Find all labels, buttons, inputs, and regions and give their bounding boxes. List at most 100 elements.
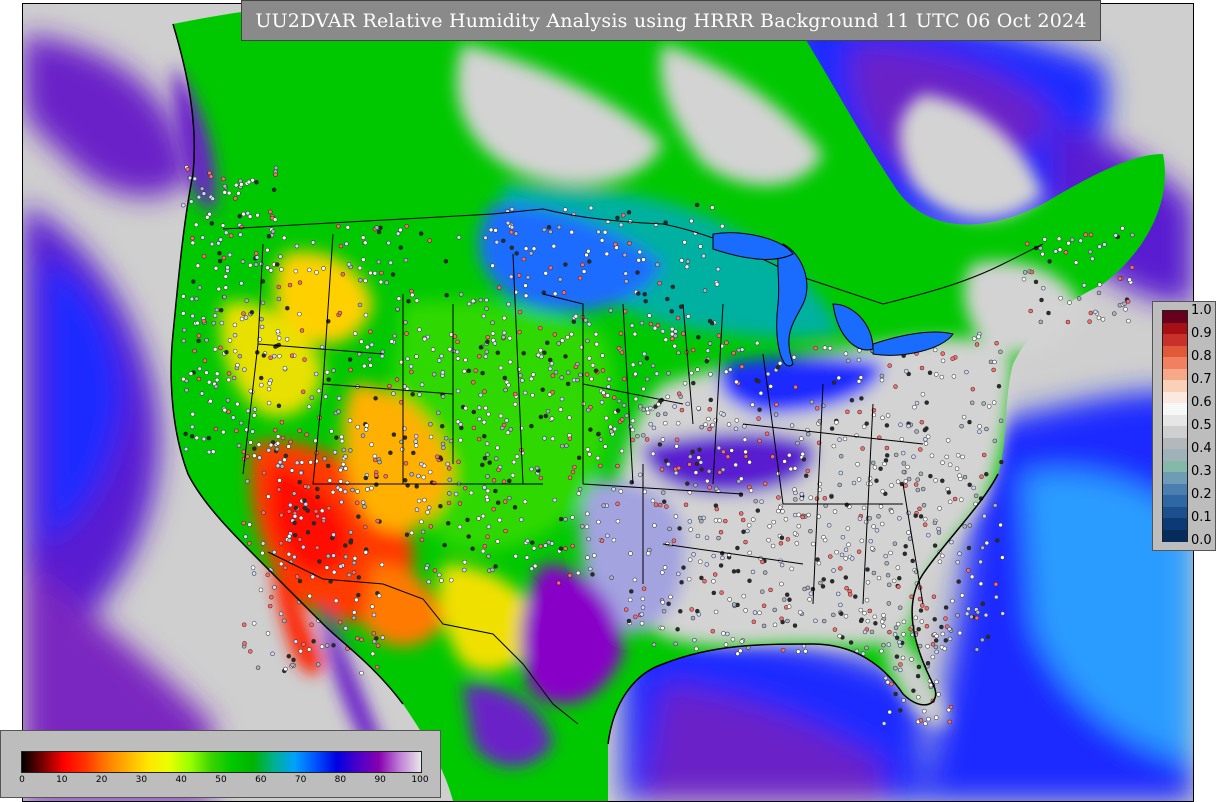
right-colorbar-tick: 0.9	[1191, 326, 1212, 341]
station-dot	[275, 434, 281, 439]
station-dot	[392, 333, 397, 339]
station-dot	[898, 662, 903, 667]
station-dot	[522, 499, 528, 505]
station-dot	[821, 618, 827, 624]
station-dot	[1127, 277, 1132, 282]
station-dot	[822, 496, 828, 501]
station-dot	[705, 348, 711, 353]
station-dot	[588, 566, 593, 572]
station-dot	[184, 387, 189, 393]
station-dot	[777, 361, 783, 366]
station-dot	[629, 589, 634, 594]
station-dot	[241, 520, 246, 526]
station-dot	[657, 502, 663, 508]
station-dot	[609, 575, 614, 580]
station-dot	[185, 167, 190, 172]
station-dot	[251, 621, 257, 626]
station-dot	[414, 298, 420, 303]
station-dot	[721, 449, 726, 455]
station-dot	[484, 494, 490, 500]
station-dot	[439, 423, 445, 429]
station-dot	[881, 642, 886, 648]
station-dot	[964, 369, 969, 375]
station-dot	[880, 415, 885, 421]
station-dot	[673, 641, 678, 647]
station-dot	[414, 484, 419, 489]
station-dot	[980, 545, 985, 551]
station-dot	[898, 667, 903, 673]
station-dot	[939, 374, 945, 380]
station-dot	[297, 311, 302, 317]
station-dot	[977, 429, 982, 434]
station-dot	[864, 597, 870, 603]
station-dot	[552, 291, 558, 297]
station-dot	[245, 210, 251, 216]
right-colorbar-swatch	[1163, 495, 1187, 507]
station-dot	[189, 199, 194, 204]
station-dot	[259, 382, 264, 388]
right-colorbar-tick: 0.3	[1191, 464, 1212, 479]
station-dot	[632, 331, 638, 337]
station-dot	[650, 498, 656, 504]
station-dot	[538, 347, 543, 353]
station-dot	[650, 363, 656, 369]
station-dot	[498, 365, 504, 371]
station-dot	[531, 246, 537, 251]
station-dot	[285, 305, 290, 311]
station-dot	[466, 534, 471, 539]
station-dot	[571, 319, 577, 324]
station-dot	[419, 519, 424, 525]
station-dot	[834, 420, 839, 425]
station-dot	[218, 237, 223, 242]
station-dot	[639, 612, 645, 617]
station-dot	[871, 570, 877, 576]
station-dot	[991, 367, 996, 373]
station-dot	[181, 294, 186, 299]
station-dot	[932, 520, 938, 526]
station-dot	[893, 691, 898, 697]
station-dot	[1022, 270, 1028, 275]
station-dot	[368, 329, 373, 334]
station-dot	[266, 448, 271, 453]
station-dot	[971, 485, 976, 491]
station-dot	[458, 422, 463, 427]
station-dot	[660, 570, 665, 575]
station-dot	[375, 518, 380, 524]
station-dot	[906, 476, 912, 482]
station-dot	[818, 580, 823, 586]
station-dot	[483, 354, 489, 359]
station-dot	[869, 629, 875, 635]
station-dot	[586, 248, 591, 254]
station-dot	[858, 607, 864, 613]
station-dot	[523, 293, 529, 298]
station-dot	[883, 553, 888, 559]
station-dot	[248, 649, 253, 654]
station-dot	[993, 582, 999, 587]
station-dot	[348, 530, 354, 535]
station-dot	[681, 331, 686, 336]
station-dot	[832, 509, 838, 514]
station-dot	[447, 491, 452, 496]
station-dot	[585, 555, 590, 560]
station-dot	[738, 492, 744, 497]
station-dot	[809, 399, 815, 405]
station-dot	[214, 377, 220, 383]
station-dot	[624, 279, 629, 284]
station-dot	[363, 312, 369, 318]
station-dot	[874, 528, 880, 533]
station-dot	[507, 336, 513, 341]
station-dot	[293, 268, 299, 274]
station-dot	[405, 356, 410, 362]
station-dot	[466, 368, 472, 374]
station-dot	[696, 334, 701, 340]
station-dot	[301, 544, 306, 550]
station-dot	[222, 294, 227, 300]
station-dot	[341, 447, 347, 453]
station-dot	[443, 435, 449, 441]
station-dot	[363, 550, 369, 555]
station-dot	[411, 450, 416, 456]
station-dot	[838, 602, 843, 608]
station-dot	[205, 215, 210, 220]
station-dot	[655, 262, 660, 267]
station-dot	[371, 639, 377, 644]
